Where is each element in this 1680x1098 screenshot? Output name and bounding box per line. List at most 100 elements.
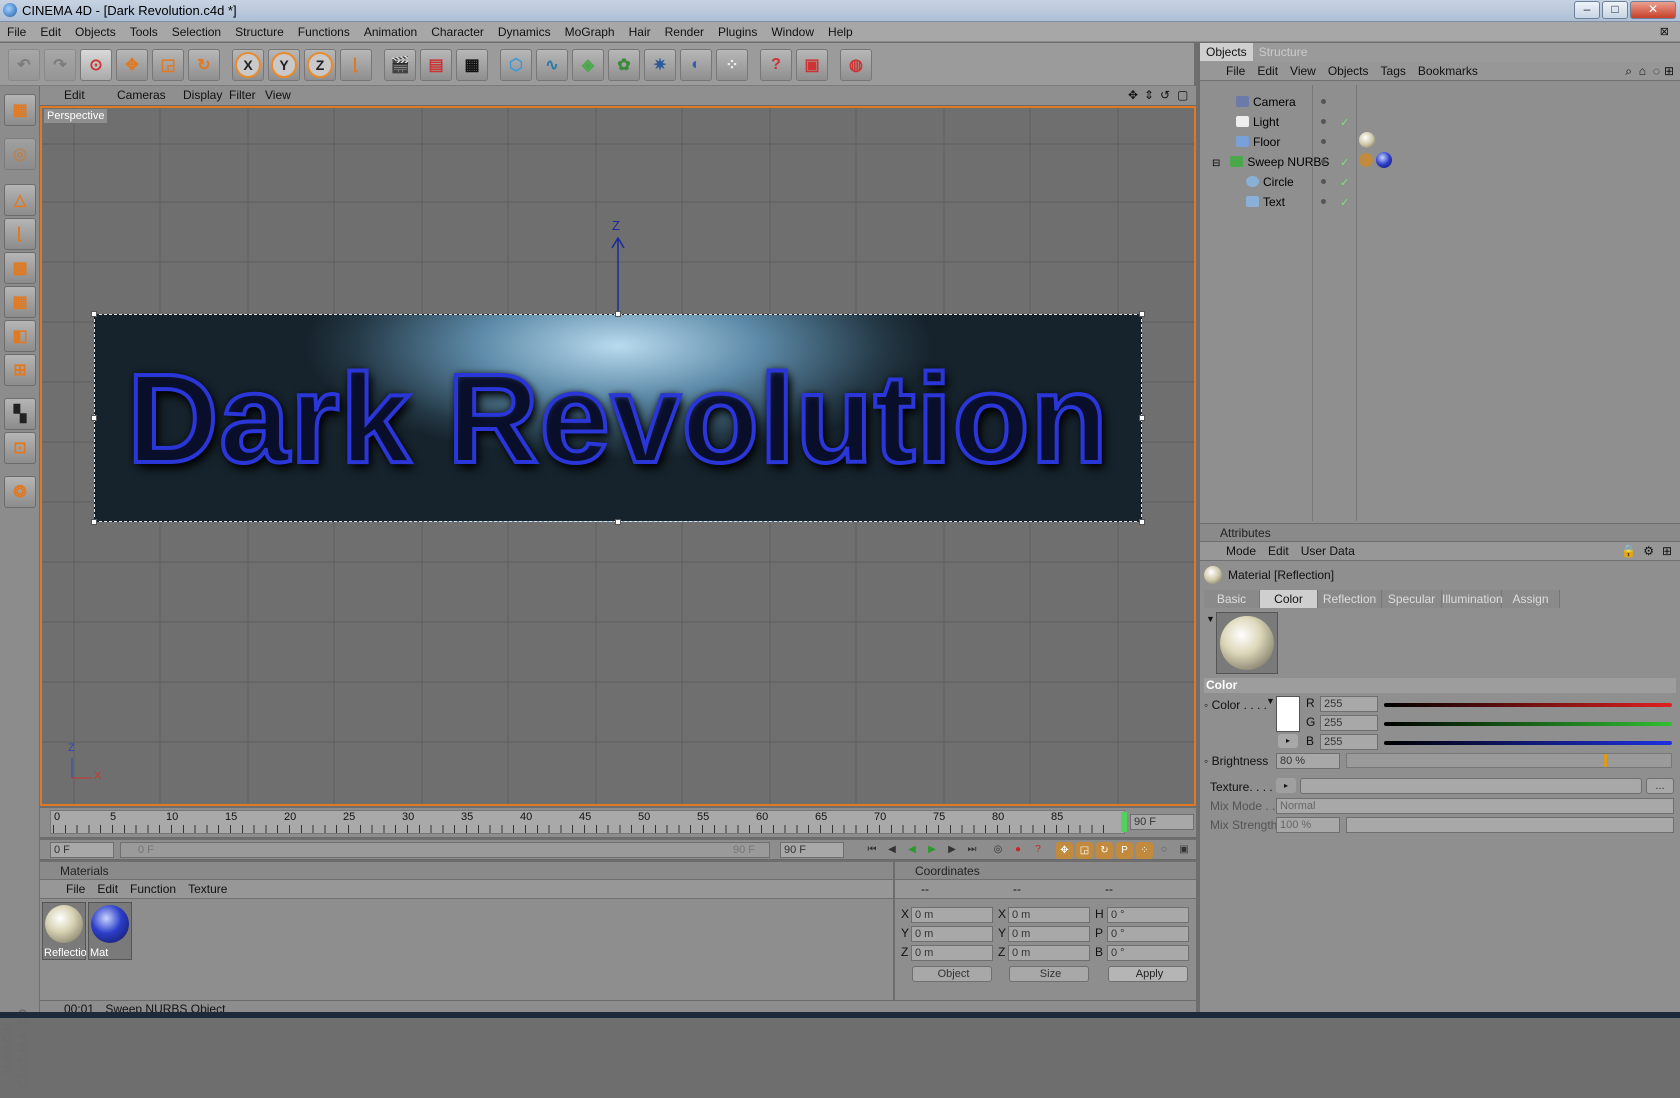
menu-tools[interactable]: Tools [123, 22, 165, 42]
coordinate-system-icon[interactable]: ⌊ [340, 49, 372, 81]
object-row-floor[interactable]: Floor [1236, 135, 1280, 149]
menu-help[interactable]: Help [821, 22, 860, 42]
tab-specular[interactable]: Specular [1382, 590, 1442, 608]
visibility-dot[interactable] [1321, 199, 1326, 204]
points-mode-icon[interactable]: △ [4, 184, 36, 216]
scene-banner[interactable]: Dark Revolution [94, 314, 1142, 522]
brightness-slider[interactable] [1346, 753, 1672, 768]
visibility-dot[interactable] [1321, 179, 1326, 184]
coord-field-p[interactable]: 0 ° [1107, 926, 1189, 942]
visibility-dot[interactable] [1321, 99, 1326, 104]
autokey-icon[interactable]: ? [1030, 842, 1046, 858]
selection-handle[interactable] [1139, 311, 1145, 317]
expand-preview-icon[interactable]: ▼ [1206, 614, 1215, 624]
record-icon[interactable]: ◎ [990, 842, 1006, 858]
materials-menu-file[interactable]: File [60, 880, 91, 899]
attributes-menu-mode[interactable]: Mode [1220, 542, 1262, 561]
objects-menu-objects[interactable]: Objects [1322, 62, 1375, 81]
tab-illumination[interactable]: Illumination [1442, 590, 1503, 608]
menu-animation[interactable]: Animation [357, 22, 424, 42]
maximize-view-icon[interactable]: ▢ [1177, 88, 1188, 102]
tab-basic[interactable]: Basic [1204, 590, 1260, 608]
menu-selection[interactable]: Selection [165, 22, 228, 42]
menu-edit[interactable]: Edit [33, 22, 68, 42]
menu-mograph[interactable]: MoGraph [558, 22, 622, 42]
objects-menu-bookmarks[interactable]: Bookmarks [1412, 62, 1484, 81]
object-row-camera[interactable]: Camera [1236, 95, 1296, 109]
undo-icon[interactable]: ↶ [8, 49, 40, 81]
tab-color[interactable]: Color [1260, 590, 1318, 608]
edges-mode-icon[interactable]: ⌊ [4, 218, 36, 250]
scene-object-icon[interactable]: ◐ [680, 49, 712, 81]
color-dropdown-icon[interactable]: ▼ [1266, 696, 1275, 706]
visibility-dot[interactable] [1321, 159, 1326, 164]
coord-field-px[interactable]: 0 m [911, 907, 993, 923]
sculpt-icon[interactable]: ❂ [4, 476, 36, 508]
b-slider[interactable] [1384, 741, 1672, 745]
tab-assign[interactable]: Assign [1502, 590, 1560, 608]
scale-icon[interactable]: ◲ [152, 49, 184, 81]
coord-mode-select[interactable]: Object [912, 966, 992, 982]
redo-icon[interactable]: ↷ [44, 49, 76, 81]
coord-field-b[interactable]: 0 ° [1107, 945, 1189, 961]
menu-functions[interactable]: Functions [291, 22, 357, 42]
move-icon[interactable]: ✥ [116, 49, 148, 81]
new-window-icon[interactable]: ⊞ [1656, 542, 1678, 561]
new-window-icon[interactable]: ⊞ [1658, 62, 1680, 81]
visibility-dot[interactable] [1321, 119, 1326, 124]
max-frame-field[interactable]: 90 F [780, 842, 844, 858]
next-frame-icon[interactable]: ▶ [944, 842, 960, 858]
web-globe-icon[interactable]: ◍ [840, 49, 872, 81]
brightness-field[interactable]: 80 % [1276, 753, 1340, 769]
selection-handle[interactable] [91, 311, 97, 317]
live-select-icon[interactable]: ⊙ [80, 49, 112, 81]
mix-strength-field[interactable]: 100 % [1276, 817, 1340, 833]
viewport-menu-display[interactable]: Display [183, 88, 222, 102]
selection-handle[interactable] [91, 415, 97, 421]
menu-structure[interactable]: Structure [228, 22, 291, 42]
interpolation-icon[interactable]: ◌ [1156, 842, 1172, 858]
timeline-end-marker[interactable] [1121, 812, 1127, 832]
g-slider[interactable] [1384, 722, 1672, 726]
render-settings-icon[interactable]: ▦ [456, 49, 488, 81]
phong-tag-icon[interactable] [1359, 153, 1373, 167]
materials-menu-edit[interactable]: Edit [91, 880, 124, 899]
texture-options-button[interactable]: ▸ [1276, 778, 1296, 793]
maximize-icon[interactable]: □ [1602, 1, 1628, 19]
tab-structure[interactable]: Structure [1253, 43, 1314, 61]
menu-dynamics[interactable]: Dynamics [491, 22, 558, 42]
b-value-field[interactable]: 255 [1320, 734, 1378, 750]
cube-object-icon[interactable]: ⬡ [500, 49, 532, 81]
array-icon[interactable]: ✿ [608, 49, 640, 81]
key-pla-icon[interactable]: ⁘ [1136, 842, 1153, 859]
selection-handle[interactable] [91, 519, 97, 525]
coord-field-h[interactable]: 0 ° [1107, 907, 1189, 923]
material-reflection[interactable]: Reflectio [42, 902, 86, 960]
selection-handle[interactable] [1139, 415, 1145, 421]
brightness-slider-knob[interactable] [1604, 754, 1607, 767]
y-axis-lock-button[interactable]: Y [268, 49, 300, 81]
mix-mode-select[interactable]: Normal [1276, 798, 1674, 814]
layout-icon[interactable]: ⊠ [1653, 22, 1676, 42]
viewport-perspective[interactable]: Perspective Z Z X Dark Revolution [40, 106, 1196, 806]
deformer-icon[interactable]: ✷ [644, 49, 676, 81]
move-view-icon[interactable]: ✥ [1128, 88, 1138, 102]
key-rotation-icon[interactable]: ↻ [1096, 842, 1113, 859]
play-forwards-icon[interactable]: ▶ [924, 842, 940, 858]
help-cursor-icon[interactable]: ? [760, 49, 792, 81]
timeline-help-icon[interactable]: ▣ [796, 49, 828, 81]
object-row-text[interactable]: Text [1246, 195, 1285, 209]
coord-field-sz[interactable]: 0 m [1008, 945, 1090, 961]
viewport-menu-cameras[interactable]: Cameras [117, 88, 166, 102]
viewport-menu-filter[interactable]: Filter [229, 88, 256, 102]
r-value-field[interactable]: 255 [1320, 696, 1378, 712]
enabled-check-icon[interactable]: ✓ [1340, 116, 1349, 129]
x-axis-lock-button[interactable]: X [232, 49, 264, 81]
coord-field-sy[interactable]: 0 m [1008, 926, 1090, 942]
coord-field-pz[interactable]: 0 m [911, 945, 993, 961]
zoom-view-icon[interactable]: ⇕ [1144, 88, 1154, 102]
spline-icon[interactable]: ∿ [536, 49, 568, 81]
radio-icon[interactable]: ◦ [1204, 698, 1208, 712]
close-icon[interactable]: ✕ [1630, 1, 1676, 19]
menu-plugins[interactable]: Plugins [711, 22, 764, 42]
